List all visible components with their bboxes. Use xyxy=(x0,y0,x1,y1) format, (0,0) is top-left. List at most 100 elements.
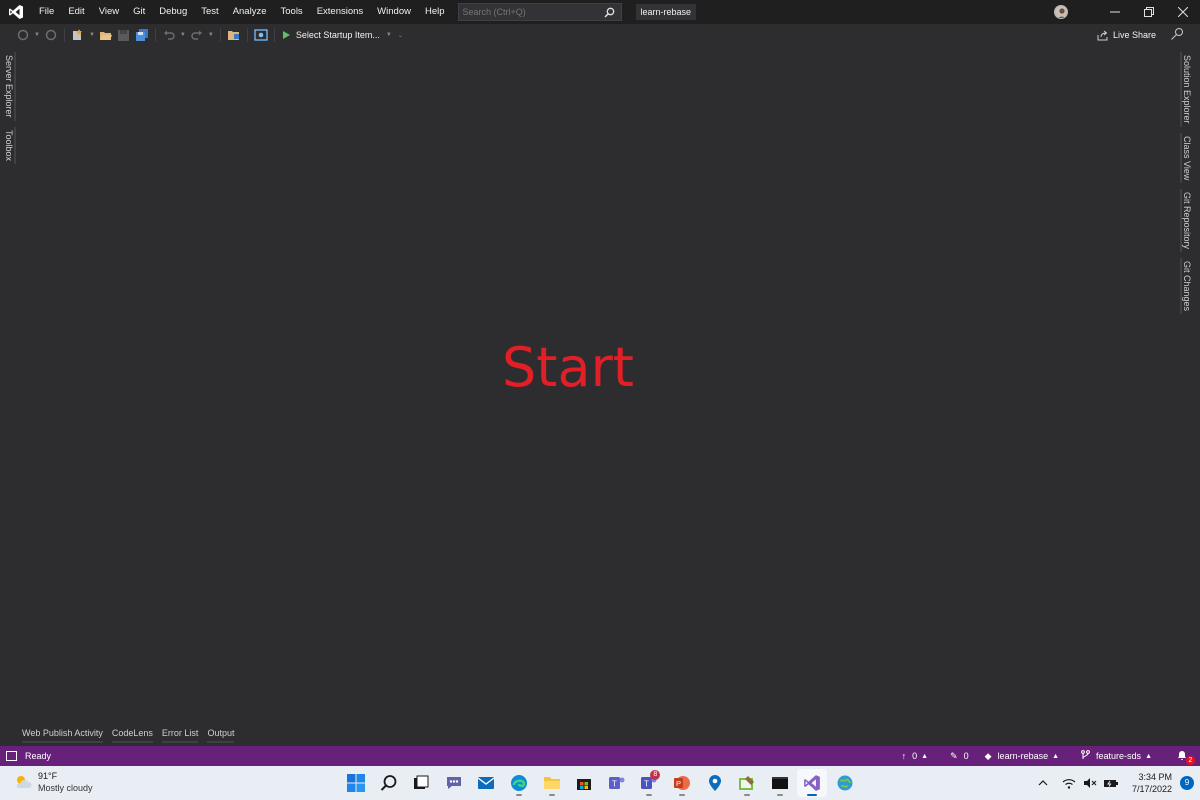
start-button[interactable] xyxy=(341,769,371,797)
svg-text:T: T xyxy=(612,780,617,789)
branch-button[interactable]: feature-sds ▲ xyxy=(1081,750,1158,762)
task-view-button[interactable] xyxy=(406,769,436,797)
tab-solution-explorer[interactable]: Solution Explorer xyxy=(1180,52,1192,127)
toolbar-overflow-icon[interactable]: ⌄ xyxy=(398,32,403,39)
taskbar-search-button[interactable] xyxy=(374,769,404,797)
title-bar: File Edit View Git Debug Test Analyze To… xyxy=(0,0,1200,24)
menu-debug[interactable]: Debug xyxy=(152,0,194,24)
windows-start-icon xyxy=(347,774,365,792)
clock-time: 3:34 PM xyxy=(1138,772,1172,782)
tab-git-changes[interactable]: Git Changes xyxy=(1180,257,1192,314)
teams-chat-button[interactable] xyxy=(439,769,469,797)
visual-studio-app[interactable] xyxy=(797,769,828,797)
menu-tools[interactable]: Tools xyxy=(274,0,310,24)
search-input[interactable] xyxy=(462,7,603,17)
search-box[interactable] xyxy=(457,3,622,21)
push-commits-button[interactable]: ↑ 0 ▲ xyxy=(902,751,934,761)
repository-button[interactable]: ◆ learn-rebase ▲ xyxy=(985,751,1065,762)
screenshot-icon[interactable] xyxy=(253,27,269,43)
save-icon[interactable] xyxy=(116,27,132,43)
edge-app[interactable] xyxy=(504,769,534,797)
terminal-app[interactable] xyxy=(765,769,795,797)
navigate-forward-icon[interactable] xyxy=(43,27,59,43)
toolbar-separator xyxy=(273,28,275,42)
powerpoint-app[interactable]: P xyxy=(667,769,697,797)
git-repo-icon: ◆ xyxy=(984,750,992,761)
undo-icon[interactable] xyxy=(161,27,177,43)
clock[interactable]: 3:34 PM 7/17/2022 xyxy=(1132,771,1172,795)
minimize-icon[interactable] xyxy=(1098,0,1132,24)
status-right: ↑ 0 ▲ ✎ 0 ◆ learn-rebase ▲ feature-sds ▲… xyxy=(886,746,1195,766)
teams-classic-app[interactable]: T xyxy=(602,769,632,797)
paint-app[interactable] xyxy=(732,769,762,797)
tab-output[interactable]: Output xyxy=(207,728,235,743)
chevron-up-icon[interactable] xyxy=(1034,774,1052,792)
notification-center-badge[interactable]: 9 xyxy=(1180,776,1194,790)
new-project-icon[interactable] xyxy=(70,27,86,43)
browser-app[interactable] xyxy=(830,769,860,797)
tab-class-view[interactable]: Class View xyxy=(1180,132,1192,183)
startup-item-label: Select Startup Item... xyxy=(295,30,380,40)
avatar[interactable] xyxy=(1054,5,1068,19)
git-branch-icon xyxy=(1081,750,1090,762)
arrow-up-icon: ↑ xyxy=(901,751,907,761)
weather-widget[interactable]: 91°F Mostly cloudy xyxy=(14,770,93,794)
notifications-button[interactable]: 2 xyxy=(1176,749,1195,765)
mail-app[interactable] xyxy=(471,769,501,797)
menu-edit[interactable]: Edit xyxy=(61,0,91,24)
toolbar-separator xyxy=(154,28,156,42)
tab-error-list[interactable]: Error List xyxy=(161,728,199,743)
menu-test[interactable]: Test xyxy=(194,0,225,24)
folder-icon xyxy=(543,777,560,789)
teams-app[interactable]: T 8 xyxy=(634,769,664,797)
maps-app[interactable] xyxy=(700,769,730,797)
tab-git-repository[interactable]: Git Repository xyxy=(1180,188,1192,252)
standard-toolbar: ▼ ▼ ▼ ▼ Select Startup Item... ▼ ⌄ Live … xyxy=(0,24,1200,46)
chevron-down-icon[interactable]: ▼ xyxy=(386,32,392,38)
chevron-down-icon[interactable]: ▼ xyxy=(89,32,95,38)
open-folder-icon[interactable] xyxy=(98,27,114,43)
visual-studio-logo-icon[interactable] xyxy=(0,0,32,24)
pending-changes-button[interactable]: ✎ 0 xyxy=(950,751,969,762)
navigate-back-icon[interactable] xyxy=(15,27,31,43)
branch-name: feature-sds xyxy=(1096,751,1142,761)
menu-view[interactable]: View xyxy=(92,0,126,24)
tab-server-explorer[interactable]: Server Explorer xyxy=(4,52,16,121)
tab-codelens[interactable]: CodeLens xyxy=(111,728,153,743)
chevron-down-icon[interactable]: ▼ xyxy=(208,32,214,38)
menu-help[interactable]: Help xyxy=(418,0,452,24)
teams-icon: T xyxy=(608,777,625,789)
live-share-button[interactable]: Live Share xyxy=(1097,24,1156,46)
caret-up-icon: ▲ xyxy=(921,752,929,760)
battery-charging-icon[interactable] xyxy=(1102,774,1120,792)
wifi-icon[interactable] xyxy=(1060,774,1078,792)
menu-git[interactable]: Git xyxy=(126,0,152,24)
teams-badge: 8 xyxy=(650,770,661,780)
running-indicator xyxy=(744,794,751,796)
chevron-down-icon[interactable]: ▼ xyxy=(180,32,186,38)
file-explorer-app[interactable] xyxy=(537,769,567,797)
running-indicator xyxy=(548,794,555,796)
toolbar-separator xyxy=(219,28,221,42)
tab-toolbox[interactable]: Toolbox xyxy=(4,126,16,164)
weather-temperature: 91°F xyxy=(38,771,58,781)
menu-window[interactable]: Window xyxy=(370,0,418,24)
save-all-icon[interactable] xyxy=(134,27,150,43)
find-in-files-icon[interactable] xyxy=(226,27,242,43)
menu-analyze[interactable]: Analyze xyxy=(226,0,274,24)
menu-extensions[interactable]: Extensions xyxy=(310,0,370,24)
close-icon[interactable] xyxy=(1166,0,1200,24)
svg-text:T: T xyxy=(644,780,649,789)
menu-file[interactable]: File xyxy=(32,0,61,24)
select-startup-item-button[interactable]: Select Startup Item... ▼ ⌄ xyxy=(282,30,405,40)
redo-icon[interactable] xyxy=(189,27,205,43)
microsoft-store-app[interactable] xyxy=(569,769,599,797)
tab-web-publish-activity[interactable]: Web Publish Activity xyxy=(22,728,103,743)
search-icon[interactable] xyxy=(603,5,617,19)
restore-icon[interactable] xyxy=(1132,0,1166,24)
running-indicator xyxy=(776,794,783,796)
toolbar-separator xyxy=(246,28,248,42)
chevron-down-icon[interactable]: ▼ xyxy=(34,32,40,38)
feedback-icon[interactable] xyxy=(1170,27,1186,43)
speaker-muted-icon[interactable] xyxy=(1081,774,1099,792)
